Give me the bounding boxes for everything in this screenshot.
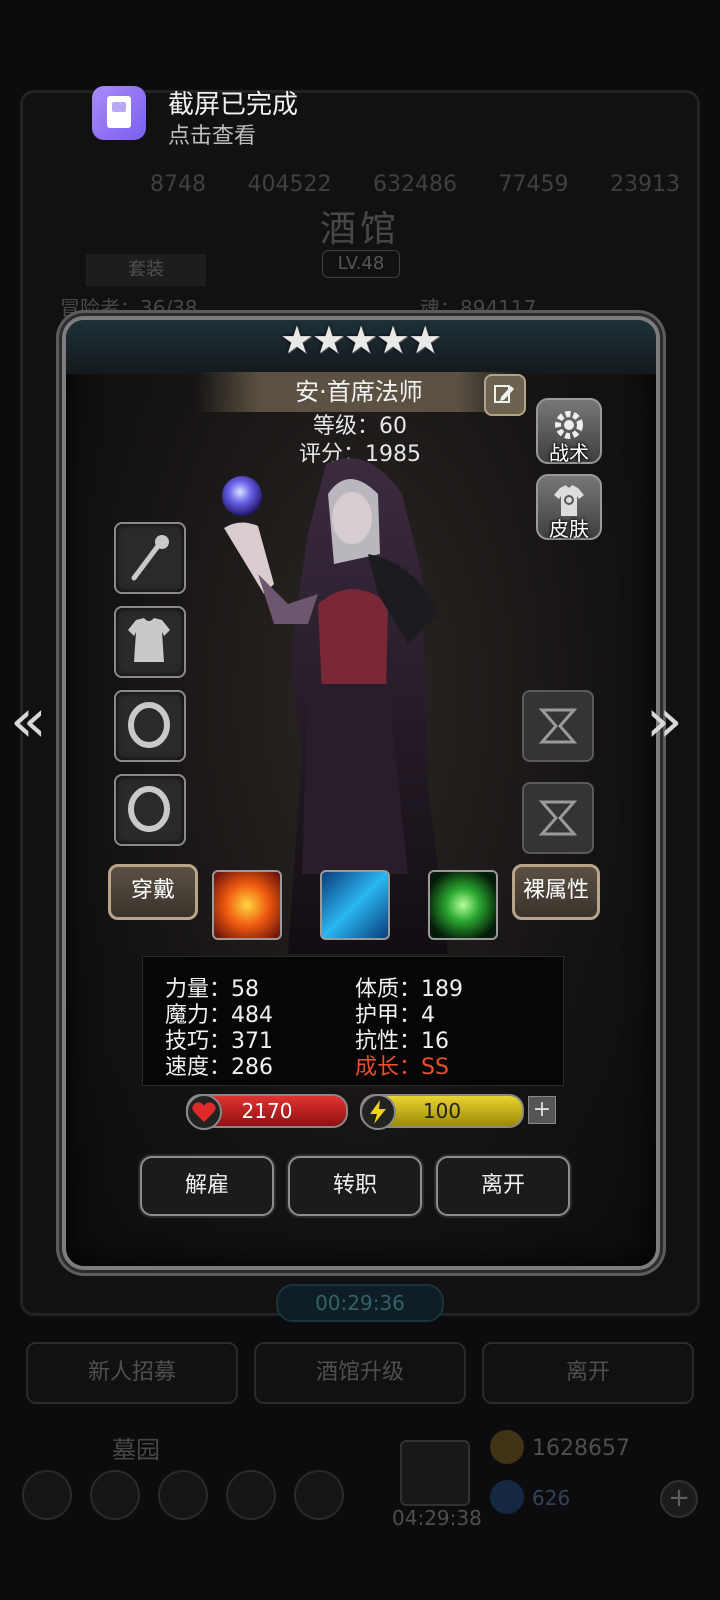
- ring-icon: [128, 702, 170, 748]
- gift-icon: [400, 1440, 470, 1506]
- lightning-icon: [360, 1094, 396, 1130]
- gold-amount: 1628657: [532, 1436, 630, 1461]
- next-hero-chevron-icon[interactable]: »: [646, 686, 683, 756]
- bare-attributes-button[interactable]: 裸属性: [512, 864, 600, 920]
- weapon-slot[interactable]: [114, 522, 186, 594]
- menu-icon: [294, 1470, 344, 1520]
- notification-title[interactable]: 截屏已完成: [168, 84, 298, 121]
- hourglass-icon: [538, 800, 578, 836]
- add-energy-button[interactable]: +: [528, 1096, 556, 1124]
- skin-label: 皮肤: [549, 517, 589, 541]
- stats-panel: 力量：58 体质：189 魔力：484 护甲：4 技巧：371 抗性：16 速度…: [142, 956, 564, 1086]
- tactics-label: 战术: [549, 441, 589, 465]
- tavern-upgrade-button: 酒馆升级: [254, 1342, 466, 1404]
- recruit-button: 新人招募: [26, 1342, 238, 1404]
- notification-subtitle[interactable]: 点击查看: [168, 118, 256, 150]
- add-currency-icon: +: [660, 1480, 698, 1518]
- background-button-row: 新人招募 酒馆升级 离开: [26, 1342, 694, 1404]
- gem-icon: [490, 1480, 524, 1514]
- skin-button[interactable]: 皮肤: [536, 474, 602, 541]
- tavern-title: 酒馆: [319, 209, 400, 250]
- menu-icon: [226, 1470, 276, 1520]
- hourglass-icon: [538, 708, 578, 744]
- stat-growth: 成长：SS: [355, 1055, 449, 1080]
- staff-icon: [131, 535, 169, 581]
- resource-value: 404522: [247, 172, 332, 197]
- resource-value: 632486: [372, 172, 457, 197]
- robe-icon: [128, 618, 170, 662]
- menu-icon: [90, 1470, 140, 1520]
- tavern-level-badge: LV.48: [322, 250, 400, 278]
- leave-button[interactable]: 离开: [436, 1156, 570, 1216]
- previous-hero-chevron-icon[interactable]: «: [10, 686, 47, 756]
- wear-button[interactable]: 穿戴: [108, 864, 198, 920]
- fire-skill-icon[interactable]: [212, 870, 282, 940]
- locked-slot-1[interactable]: [522, 690, 594, 762]
- resource-value: 77459: [498, 172, 569, 197]
- background-timer: 00:29:36: [276, 1284, 444, 1322]
- star-rating: ★★★★★: [279, 318, 442, 362]
- resource-value: 23913: [609, 172, 680, 197]
- menu-icon: [22, 1470, 72, 1520]
- transfer-class-button[interactable]: 转职: [288, 1156, 422, 1216]
- dismiss-button[interactable]: 解雇: [140, 1156, 274, 1216]
- screenshot-app-icon[interactable]: [92, 86, 146, 140]
- ring-slot-1[interactable]: [114, 690, 186, 762]
- background-resources: 8748 404522 632486 77459 23913: [150, 172, 680, 202]
- gem-amount: 626: [532, 1486, 571, 1510]
- nature-skill-icon[interactable]: [428, 870, 498, 940]
- set-tab: 套装: [86, 254, 206, 286]
- ice-skill-icon[interactable]: [320, 870, 390, 940]
- bottom-icon-row: [22, 1470, 344, 1520]
- stat-speed: 速度：286: [165, 1055, 273, 1080]
- armor-slot[interactable]: [114, 606, 186, 678]
- menu-icon: [158, 1470, 208, 1520]
- background-leave-button: 离开: [482, 1342, 694, 1404]
- gold-coin-icon: [490, 1430, 524, 1464]
- resource-value: 8748: [150, 172, 206, 197]
- locked-slot-2[interactable]: [522, 782, 594, 854]
- cemetery-label: 墓园: [112, 1436, 160, 1464]
- ring-slot-2[interactable]: [114, 774, 186, 846]
- hero-name: 安·首席法师: [196, 372, 522, 412]
- tactics-button[interactable]: 战术: [536, 398, 602, 465]
- edit-icon: [494, 385, 514, 403]
- heart-icon: [186, 1094, 222, 1130]
- gift-timer: 04:29:38: [392, 1506, 482, 1530]
- ring-icon: [128, 786, 170, 832]
